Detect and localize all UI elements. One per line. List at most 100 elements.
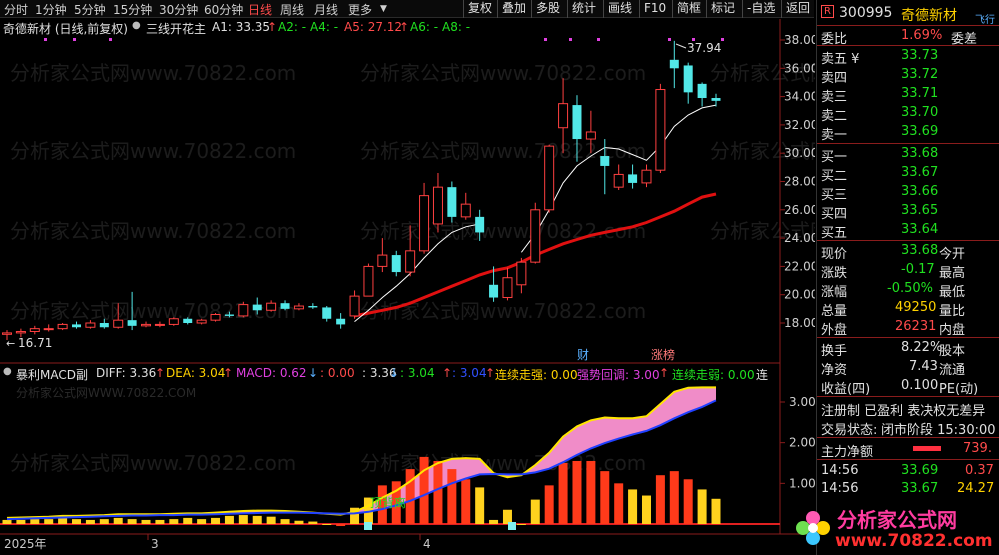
tick-volume: 24.27: [957, 481, 995, 496]
divider: [817, 143, 999, 144]
candle-body: [600, 156, 610, 166]
candle-body: [85, 322, 96, 328]
finance-badge[interactable]: 财: [577, 348, 589, 362]
price-tick-label: 28.00: [784, 175, 815, 189]
candle-body: [641, 169, 652, 184]
price-tick-label: 38.00: [784, 33, 815, 47]
ask-label: 卖三: [821, 90, 848, 105]
macd-bar: [586, 460, 596, 524]
watermark-text: 分析家公式网www.70822.com: [10, 451, 296, 475]
candle-body: [252, 304, 262, 311]
ask-label: 卖五 ¥: [821, 52, 860, 67]
divider: [817, 45, 999, 46]
signal-dot: [597, 38, 600, 41]
low-arrow-icon: ←: [6, 337, 15, 350]
macd-bar: [447, 469, 457, 524]
signal-dot: [44, 38, 47, 41]
ask-row[interactable]: 卖三 33.71: [817, 85, 999, 105]
candle-body: [544, 145, 555, 211]
ask-row[interactable]: 卖四 33.72: [817, 66, 999, 86]
macd-bar: [405, 469, 415, 524]
stat-label: 流通: [939, 363, 966, 378]
candle-body: [72, 324, 82, 328]
macd-bar: [475, 487, 485, 524]
watermark-small: 分析家公式网WWW.70822.COM: [16, 385, 196, 400]
ask-row[interactable]: 卖一 33.69: [817, 123, 999, 143]
flower-logo-icon: [796, 511, 830, 545]
macd-bar: [655, 475, 665, 524]
divider: [817, 337, 999, 338]
bid-price: 33.66: [901, 184, 939, 199]
date-label: 4: [423, 537, 431, 551]
quote-panel: R 300995 奇德新材 飞行 委比 1.69% 委差 卖五 ¥ 33.73 卖…: [796, 0, 999, 555]
candle-body: [460, 203, 471, 218]
bid-row[interactable]: 买五 33.64: [817, 221, 999, 241]
tick-time: 14:56: [821, 481, 859, 496]
price-tick-label: 36.00: [784, 61, 815, 75]
candle-body: [224, 314, 234, 316]
candle-body: [238, 304, 249, 317]
price-tick-label: 22.00: [784, 259, 815, 273]
price-tick-label: 18.00: [784, 316, 815, 330]
ask-price: 33.72: [901, 67, 939, 82]
ask-row[interactable]: 卖五 ¥ 33.73: [817, 47, 999, 67]
net-flow-bar: [913, 446, 941, 451]
macd-bar: [641, 495, 651, 524]
macd-bar: [600, 471, 610, 524]
stat-row: 总量 49250 量比: [817, 299, 999, 319]
macd-bar: [30, 519, 40, 524]
stat-row: 换手 8.22% 股本: [817, 339, 999, 359]
macd-bar: [614, 483, 624, 524]
candle-body: [447, 187, 457, 217]
macd-bar: [169, 519, 179, 524]
stat-row: 涨跌 -0.17 最高: [817, 261, 999, 281]
macd-bar: [211, 517, 221, 524]
signal-dot: [109, 38, 112, 41]
low-price-label: 16.71: [18, 336, 52, 350]
price-tick-label: 24.00: [784, 231, 815, 245]
bid-row[interactable]: 买二 33.67: [817, 164, 999, 184]
candle-body: [141, 323, 152, 327]
price-tick-label: 26.00: [784, 203, 815, 217]
stat-row: 外盘 26231 内盘: [817, 318, 999, 338]
macd-bar: [572, 460, 582, 524]
macd-bar: [224, 515, 234, 524]
ask-row[interactable]: 卖二 33.70: [817, 104, 999, 124]
bid-row[interactable]: 买四 33.65: [817, 202, 999, 222]
candle-body: [336, 318, 346, 325]
stock-tags: 注册制 已盈利 表决权无差异: [821, 404, 986, 419]
macd-bar: [2, 519, 12, 524]
divider: [817, 459, 999, 460]
macd-bar: [58, 517, 68, 524]
tick-row: 14:56 33.67 24.27: [817, 480, 999, 498]
candle-body: [210, 314, 221, 321]
bid-row[interactable]: 买一 33.68: [817, 145, 999, 165]
candle-body: [558, 103, 569, 129]
stat-label: 收益(四): [821, 382, 871, 397]
webi-row: 委比 1.69% 委差: [817, 27, 999, 47]
stat-value: -0.50%: [887, 281, 933, 296]
watermark-text: 分析家公式网www.70822.com: [10, 219, 296, 243]
candle-body: [113, 319, 124, 328]
stat-value: 49250: [895, 300, 937, 315]
macd-bar: [461, 479, 471, 524]
stat-label: 量比: [939, 304, 966, 319]
candle-body: [405, 250, 416, 273]
watermark-text: 分析家公式网www.70822.com: [10, 299, 296, 323]
bid-label: 买三: [821, 188, 848, 203]
candle-body: [168, 318, 179, 325]
bid-row[interactable]: 买三 33.66: [817, 183, 999, 203]
macd-bar: [516, 524, 526, 525]
macd-bar: [16, 519, 26, 524]
macd-bar: [294, 520, 304, 524]
r-badge: R: [821, 5, 834, 18]
limit-up-badge[interactable]: 涨榜: [651, 347, 675, 362]
kline-chart[interactable]: 分析家公式网www.70822.com 分析家公式网www.70822.com …: [0, 0, 815, 555]
ask-price: 33.69: [901, 124, 939, 139]
macd-bar: [127, 519, 137, 524]
candle-body: [613, 173, 624, 188]
stat-value: -0.17: [901, 262, 935, 277]
stat-label: 净资: [821, 363, 848, 378]
stock-code: 300995: [839, 5, 893, 21]
stat-row: 现价 33.68 今开: [817, 242, 999, 262]
